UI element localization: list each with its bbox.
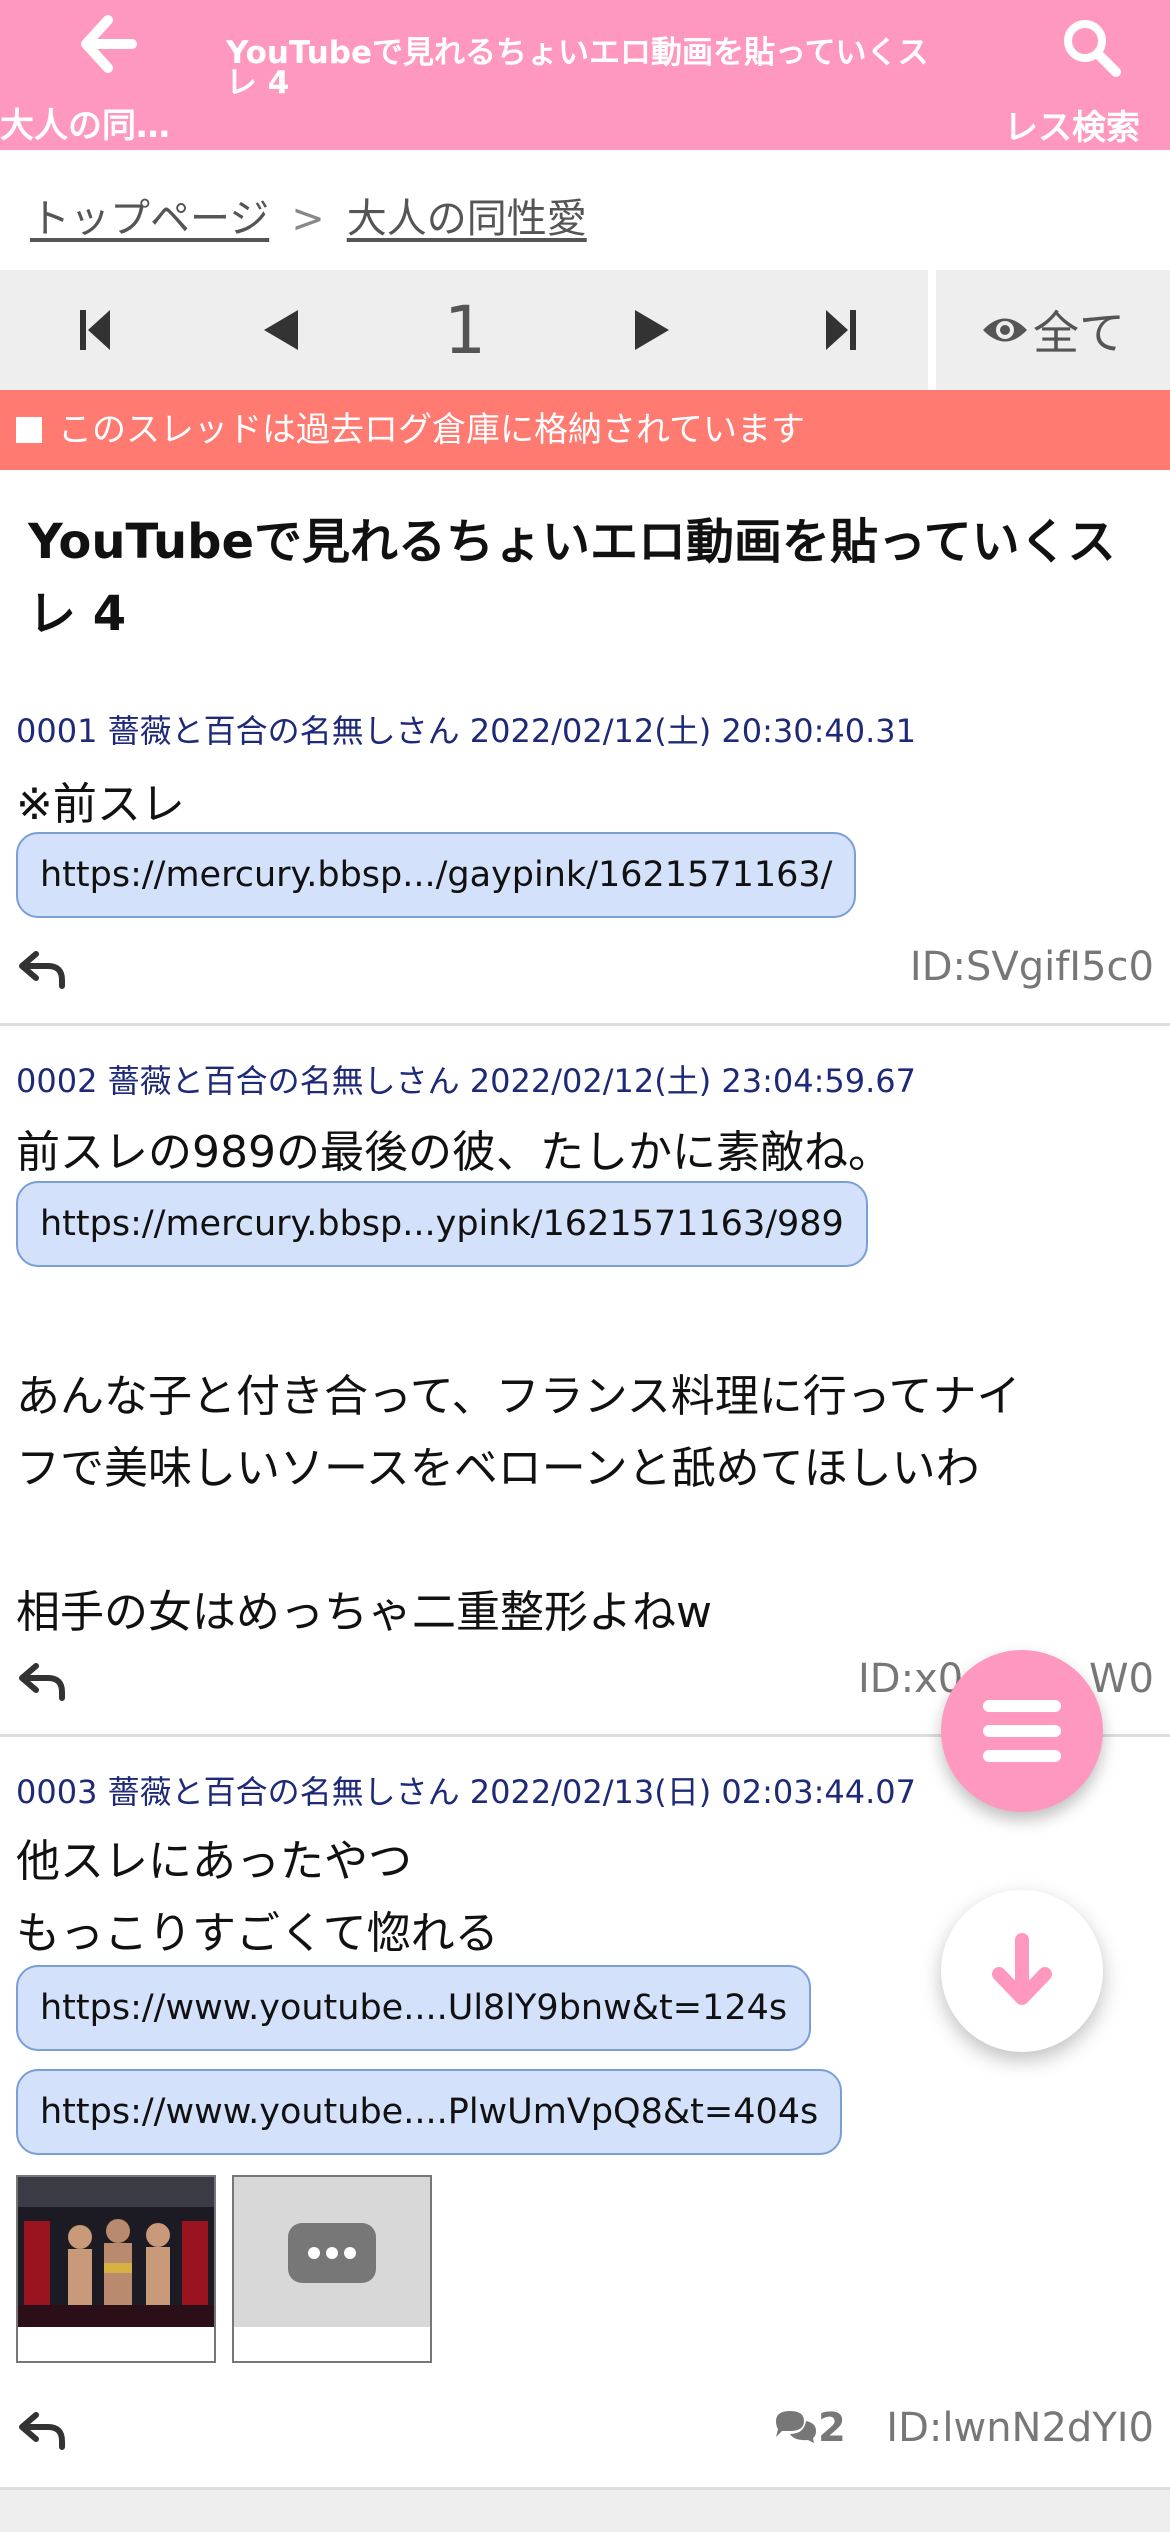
post-id[interactable]: ID:lwnN2dYI0 xyxy=(886,2405,1154,2451)
current-page-number: 1 xyxy=(444,291,486,369)
post: 0001 薔薇と百合の名無しさん 2022/02/12(土) 20:30:40.… xyxy=(0,690,1170,1026)
show-all-button[interactable]: 全て xyxy=(936,270,1170,390)
post-link[interactable]: https://www.youtube....Ul8lY9bnw&t=124s xyxy=(16,1965,812,2051)
menu-icon xyxy=(983,1700,1061,1762)
reply-icon[interactable] xyxy=(18,2411,66,2451)
post-body-line: 相手の女はめっちゃ二重整形よねw xyxy=(16,1587,712,1638)
post-body-line: あんな子と付き合って、フランス料理に行ってナイ xyxy=(16,1371,1021,1422)
prev-page-icon xyxy=(264,310,298,350)
post-meta[interactable]: 0003 薔薇と百合の名無しさん 2022/02/13(日) 02:03:44.… xyxy=(16,1767,916,1813)
breadcrumb: トップページ > 大人の同性愛 xyxy=(30,186,587,244)
show-all-label: 全て xyxy=(1033,306,1125,360)
first-page-icon xyxy=(80,310,110,350)
pager: 1 全て xyxy=(0,270,1170,390)
arrow-down-icon xyxy=(992,1933,1052,2005)
post-link[interactable]: https://mercury.bbsp...ypink/1621571163/… xyxy=(16,1181,868,1267)
next-page-button[interactable] xyxy=(618,270,688,390)
reply-count[interactable]: 2 xyxy=(772,2405,846,2451)
archive-notice: このスレッドは過去ログ倉庫に格納されています xyxy=(0,390,1170,470)
video-thumbnail-placeholder[interactable] xyxy=(232,2175,432,2363)
last-page-icon xyxy=(826,310,856,350)
post: 0002 薔薇と百合の名無しさん 2022/02/12(土) 23:04:59.… xyxy=(0,1026,1170,1737)
bottom-bar xyxy=(0,2490,1170,2532)
first-page-button[interactable] xyxy=(60,270,130,390)
post-meta[interactable]: 0002 薔薇と百合の名無しさん 2022/02/12(土) 23:04:59.… xyxy=(16,1056,916,1102)
search-icon xyxy=(1064,20,1121,77)
eye-icon xyxy=(983,318,1027,342)
breadcrumb-home-link[interactable]: トップページ xyxy=(30,196,269,242)
header-title: YouTubeで見れるちょいエロ動画を貼っていくスレ 4 xyxy=(226,35,929,101)
reply-count-number: 2 xyxy=(818,2405,846,2451)
app-header: 大人の同… YouTubeで見れるちょいエロ動画を貼っていくスレ 4 レス検索 xyxy=(0,0,1170,150)
scroll-down-button[interactable] xyxy=(941,1890,1103,2052)
breadcrumb-separator: > xyxy=(291,196,325,242)
video-thumbnail-image xyxy=(18,2177,214,2327)
response-search-button[interactable]: レス検索 xyxy=(980,0,1170,150)
pager-divider xyxy=(928,270,936,390)
post-body-line: ※前スレ xyxy=(16,779,185,830)
breadcrumb-board-link[interactable]: 大人の同性愛 xyxy=(347,196,587,242)
reply-icon[interactable] xyxy=(18,1662,66,1702)
video-thumbnail[interactable] xyxy=(16,2175,216,2363)
next-page-icon xyxy=(635,310,669,350)
thread-title: YouTubeで見れるちょいエロ動画を貼っていくスレ 4 xyxy=(28,514,1116,642)
post-body-line: もっこりすごくて惚れる xyxy=(16,1908,499,1959)
back-button[interactable]: 大人の同… xyxy=(0,0,210,150)
post-meta[interactable]: 0001 薔薇と百合の名無しさん 2022/02/12(土) 20:30:40.… xyxy=(16,706,916,752)
square-icon xyxy=(16,417,42,443)
archive-notice-text: このスレッドは過去ログ倉庫に格納されています xyxy=(58,410,805,450)
post-body-line: フで美味しいソースをベローンと舐めてほしいわ xyxy=(16,1443,980,1494)
post-body-line: 前スレの989の最後の彼、たしかに素敵ね。 xyxy=(16,1127,892,1178)
ellipsis-icon xyxy=(234,2177,430,2327)
back-label: 大人の同… xyxy=(0,106,170,146)
last-page-button[interactable] xyxy=(806,270,876,390)
post-body-line: 他スレにあったやつ xyxy=(16,1836,412,1887)
prev-page-button[interactable] xyxy=(245,270,315,390)
post-link[interactable]: https://mercury.bbsp.../gaypink/16215711… xyxy=(16,832,857,918)
menu-button[interactable] xyxy=(941,1650,1103,1812)
reply-icon[interactable] xyxy=(18,950,66,990)
search-label: レス検索 xyxy=(1004,108,1140,148)
comments-icon xyxy=(776,2411,816,2443)
post-link[interactable]: https://www.youtube....PlwUmVpQ8&t=404s xyxy=(16,2069,843,2155)
post: 0003 薔薇と百合の名無しさん 2022/02/13(日) 02:03:44.… xyxy=(0,1737,1170,2490)
post-id[interactable]: ID:SVgifI5c0 xyxy=(910,944,1154,990)
arrow-left-icon xyxy=(81,15,137,73)
